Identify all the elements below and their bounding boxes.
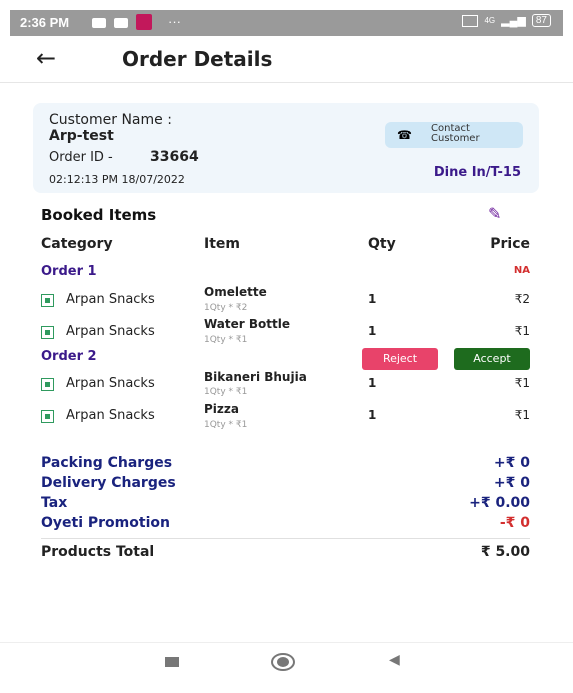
status-time: 2:36 PM: [20, 15, 70, 30]
contact-customer-button[interactable]: ☎ Contact Customer: [385, 122, 523, 148]
item-category: Arpan Snacks: [66, 376, 155, 391]
home-button-dot: [277, 657, 289, 667]
item-name: Water Bottle: [204, 317, 290, 331]
item-qty: 1: [368, 292, 377, 306]
veg-indicator-icon: [41, 326, 54, 339]
edit-pencil-icon[interactable]: ✎: [488, 204, 501, 223]
item-category: Arpan Snacks: [66, 324, 155, 339]
order-2-label: Order 2: [41, 349, 97, 364]
column-category: Category: [41, 236, 113, 252]
order-1-label: Order 1: [41, 264, 97, 279]
item-name: Omelette: [204, 285, 267, 299]
message-icon: [92, 18, 106, 28]
item-category: Arpan Snacks: [66, 292, 155, 307]
oyeti-promotion-value: -₹ 0: [499, 515, 530, 531]
item-qty-price: 1Qty * ₹1: [204, 387, 248, 397]
order-1-status: NA: [513, 265, 530, 276]
tax-value: +₹ 0.00: [469, 495, 530, 511]
customer-name-label: Customer Name :: [49, 112, 172, 128]
system-navigation-bar: ◀: [0, 642, 573, 693]
item-category: Arpan Snacks: [66, 408, 155, 423]
message-icon: [114, 18, 128, 28]
veg-indicator-icon: [41, 410, 54, 423]
status-more: ···: [168, 14, 181, 29]
order-datetime: 02:12:13 PM 18/07/2022: [49, 173, 185, 186]
contact-label: Contact Customer: [431, 124, 480, 144]
app-bar: ← Order Details: [0, 36, 573, 83]
item-qty: 1: [368, 408, 377, 422]
item-qty-price: 1Qty * ₹2: [204, 303, 248, 313]
column-price: Price: [490, 236, 530, 252]
accept-button[interactable]: Accept: [454, 348, 530, 370]
divider: [41, 538, 530, 539]
item-price: ₹1: [514, 324, 530, 338]
products-total-label: Products Total: [41, 544, 155, 560]
dine-in-table: Dine In/T-15: [433, 165, 521, 180]
phone-icon: ☎: [397, 128, 412, 142]
signal-icon: ▂▄▆: [501, 15, 526, 27]
customer-name: Arp-test: [49, 128, 114, 144]
tax-label: Tax: [41, 495, 68, 511]
battery-icon: 87: [531, 14, 551, 27]
item-price: ₹1: [514, 408, 530, 422]
products-total-value: ₹ 5.00: [480, 544, 530, 560]
order-id: 33664: [150, 149, 199, 165]
page-title: Order Details: [122, 47, 273, 71]
item-qty-price: 1Qty * ₹1: [204, 420, 248, 430]
veg-indicator-icon: [41, 378, 54, 391]
oyeti-promotion-label: Oyeti Promotion: [41, 515, 170, 531]
booked-items-title: Booked Items: [41, 206, 157, 224]
item-price: ₹1: [514, 376, 530, 390]
vibrate-icon: [462, 14, 479, 27]
contact-label-line2: Customer: [431, 133, 480, 144]
column-item: Item: [204, 236, 240, 252]
reject-button[interactable]: Reject: [362, 348, 438, 370]
back-arrow-icon[interactable]: ←: [36, 44, 56, 72]
back-button[interactable]: ◀: [389, 652, 400, 668]
item-name: Bikaneri Bhujia: [204, 370, 307, 384]
column-qty: Qty: [368, 236, 396, 252]
delivery-charges-label: Delivery Charges: [41, 475, 176, 491]
customer-card: Customer Name : Arp-test Order ID - 3366…: [33, 103, 539, 193]
packing-charges-value: +₹ 0: [493, 455, 530, 471]
delivery-charges-value: +₹ 0: [493, 475, 530, 491]
packing-charges-label: Packing Charges: [41, 455, 173, 471]
item-qty-price: 1Qty * ₹1: [204, 335, 248, 345]
item-qty: 1: [368, 324, 377, 338]
item-name: Pizza: [204, 402, 239, 416]
item-qty: 1: [368, 376, 377, 390]
status-bar: 2:36 PM ··· 4G ▂▄▆ 87: [10, 10, 563, 36]
app-notification-icon: [136, 14, 152, 30]
item-price: ₹2: [514, 292, 530, 306]
veg-indicator-icon: [41, 294, 54, 307]
recent-apps-button[interactable]: [165, 657, 179, 667]
signal-label: 4G: [484, 16, 496, 25]
order-id-label: Order ID -: [49, 150, 113, 165]
